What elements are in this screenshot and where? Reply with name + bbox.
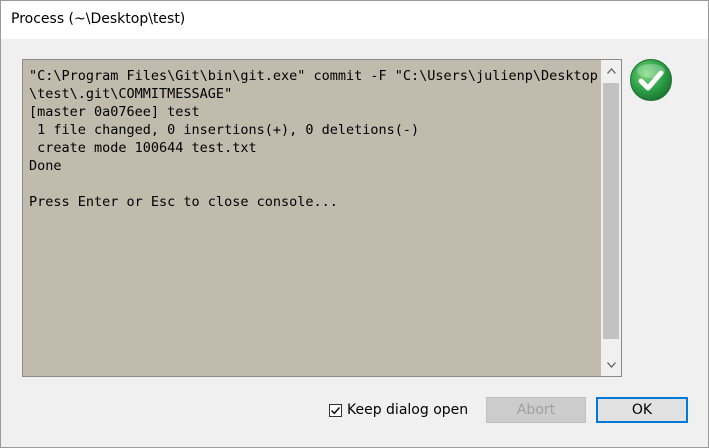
dialog-footer: Keep dialog open Abort OK <box>1 391 708 431</box>
checkmark-icon <box>331 406 341 414</box>
abort-button[interactable]: Abort <box>486 397 586 423</box>
scroll-up-arrow-icon[interactable] <box>601 61 621 81</box>
title-bar: Process (~\Desktop\test) <box>1 1 708 39</box>
vertical-scrollbar[interactable] <box>601 60 621 376</box>
checkbox-box[interactable] <box>329 403 342 417</box>
window-title: Process (~\Desktop\test) <box>11 11 186 27</box>
console-output-panel[interactable]: "C:\Program Files\Git\bin\git.exe" commi… <box>22 59 622 377</box>
console-output-text: "C:\Program Files\Git\bin\git.exe" commi… <box>29 68 598 210</box>
process-dialog: Process (~\Desktop\test) "C:\Program Fil… <box>0 0 709 448</box>
scroll-thumb[interactable] <box>603 83 619 339</box>
success-check-icon <box>629 58 673 102</box>
keep-dialog-open-checkbox[interactable]: Keep dialog open <box>329 401 468 419</box>
ok-button[interactable]: OK <box>596 397 688 423</box>
keep-dialog-open-label[interactable]: Keep dialog open <box>347 402 468 418</box>
scroll-down-arrow-icon[interactable] <box>601 355 621 375</box>
